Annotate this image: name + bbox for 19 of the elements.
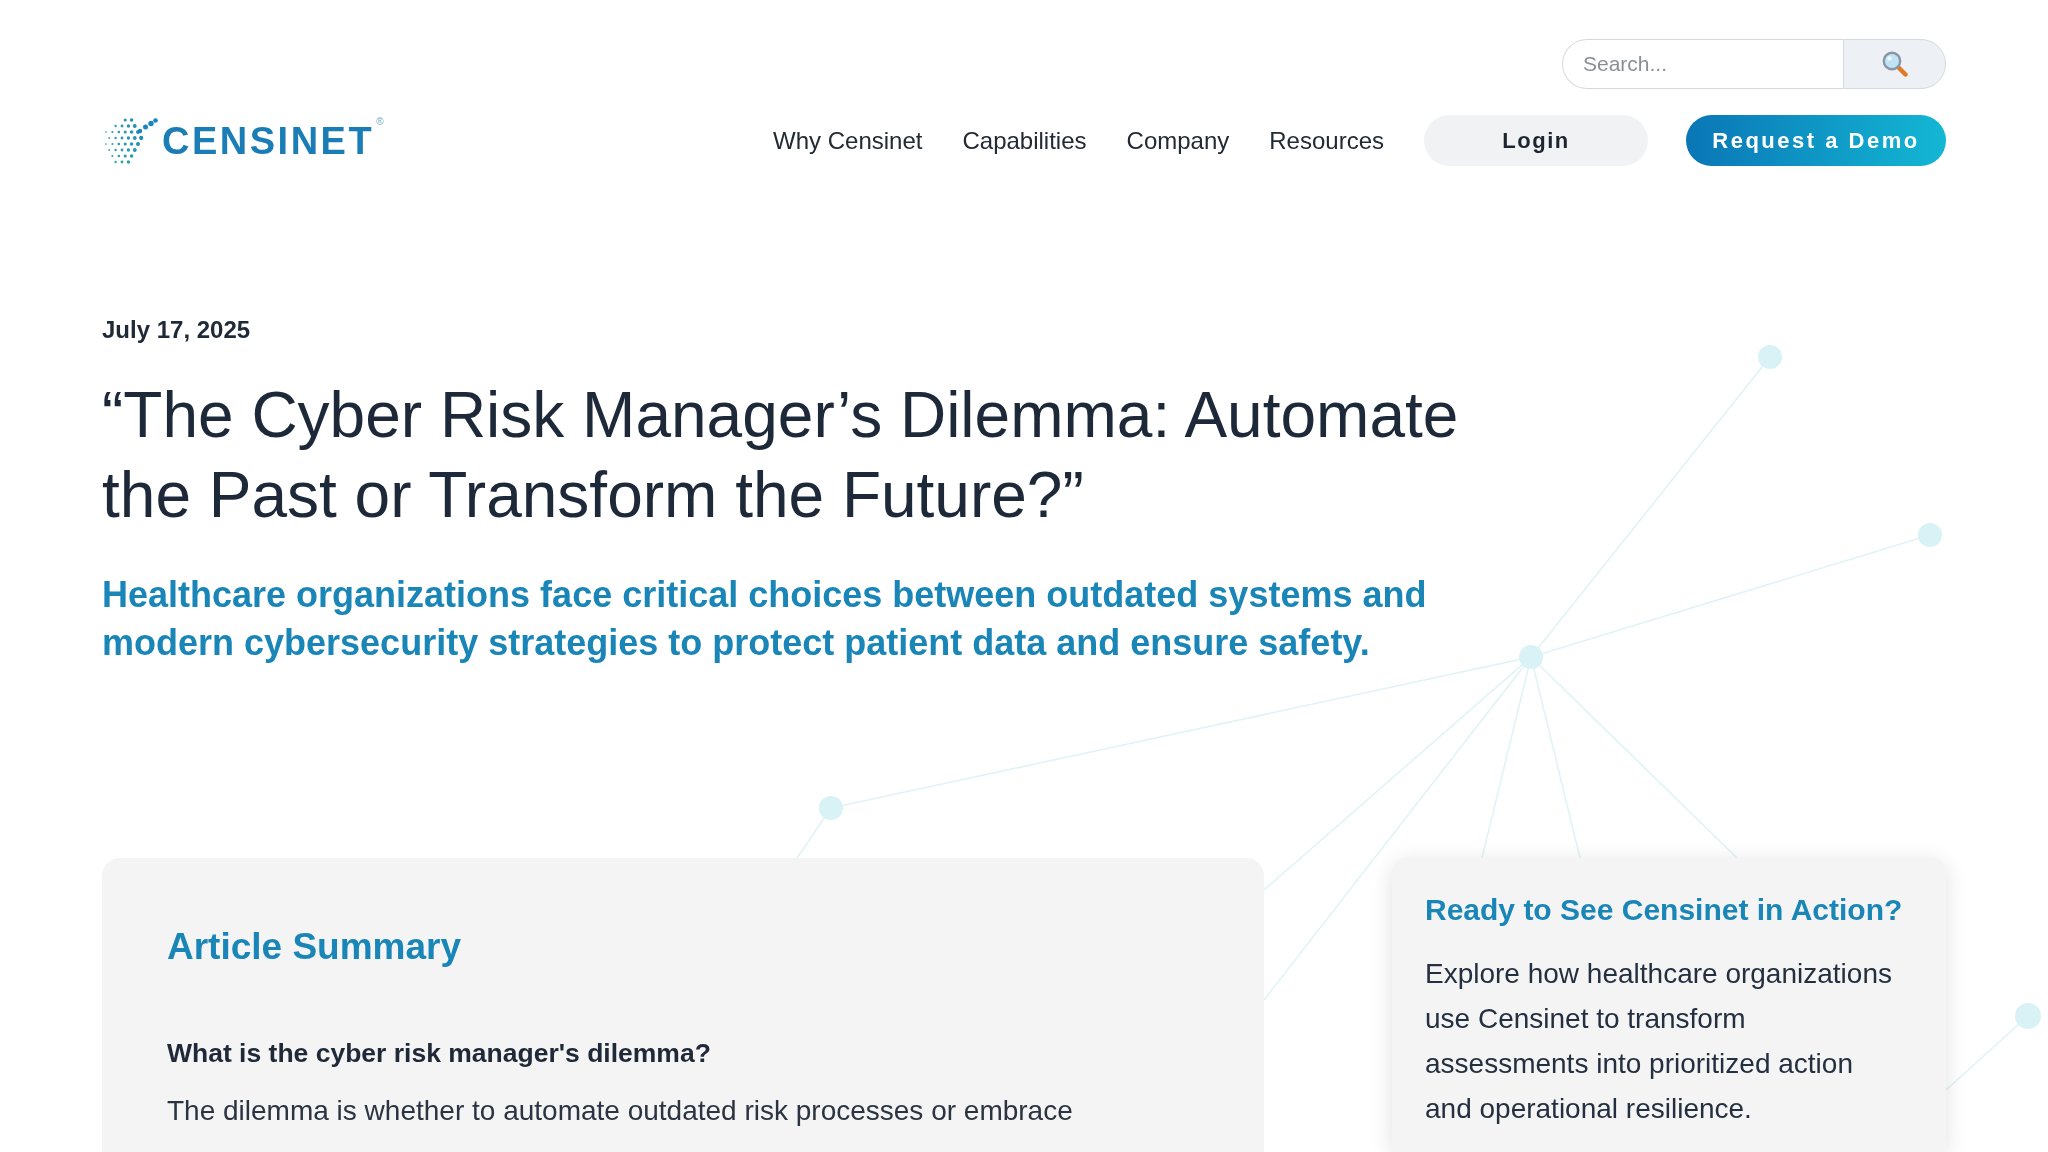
search-field[interactable]: Search... bbox=[1562, 39, 1843, 89]
nav-link[interactable]: Capabilities bbox=[962, 125, 1087, 156]
search-button[interactable] bbox=[1843, 39, 1946, 89]
nav-link[interactable]: Resources bbox=[1269, 125, 1384, 156]
article-date: July 17, 2025 bbox=[102, 315, 251, 345]
logo-wordmark: CENSINET bbox=[162, 121, 375, 160]
search-icon bbox=[1881, 51, 1908, 77]
registered-mark: ® bbox=[376, 117, 384, 127]
dotted-globe-logo-icon bbox=[102, 115, 158, 166]
article-subtitle: Healthcare organizations face critical choices between outdated systems and modern cybersecurity strategies to protect patient data and ensure safety. bbox=[102, 573, 1428, 665]
summary-answer: The dilemma is whether to automate outdated risk processes or embrace bbox=[167, 1094, 1074, 1128]
cta-heading: Ready to See Censinet in Action? bbox=[1425, 892, 1904, 928]
article-title: “The Cyber Risk Manager’s Dilemma: Automate the Past or Transform the Future?” bbox=[102, 378, 1460, 533]
summary-question: What is the cyber risk manager's dilemma? bbox=[167, 1037, 712, 1070]
summary-heading: Article Summary bbox=[167, 925, 463, 969]
login-button[interactable]: Login bbox=[1424, 115, 1648, 166]
nav-link[interactable]: Why Censinet bbox=[773, 125, 923, 156]
cta-text: Explore how healthcare organizations use Censinet to transform assessments into prioritized action and operational resilience. bbox=[1425, 957, 1893, 1126]
nav-link[interactable]: Company bbox=[1126, 125, 1230, 156]
